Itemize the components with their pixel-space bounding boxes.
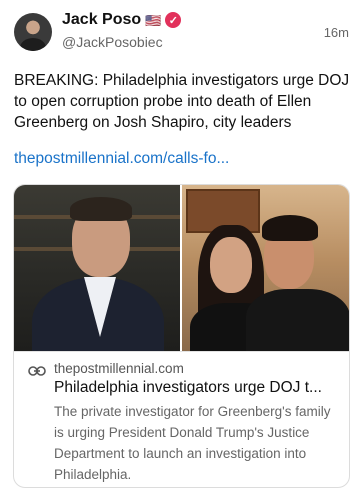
- post-timestamp[interactable]: 16m: [324, 25, 349, 40]
- author-name[interactable]: Jack Poso: [62, 11, 141, 29]
- card-divider: [14, 351, 349, 352]
- link-preview-card[interactable]: thepostmillennial.com Philadelphia inves…: [13, 184, 350, 488]
- preview-image-shapiro: [14, 185, 180, 351]
- avatar[interactable]: [14, 13, 52, 51]
- verified-badge-icon: ✓: [165, 12, 182, 28]
- link-icon: [28, 365, 46, 377]
- card-title[interactable]: Philadelphia investigators urge DOJ t...: [54, 379, 340, 397]
- author-handle[interactable]: @JackPosobiec: [62, 34, 163, 50]
- flag-emoji: 🇺🇸: [145, 12, 162, 28]
- post-link[interactable]: thepostmillennial.com/calls-fo...: [14, 150, 229, 168]
- author-name-row: Jack Poso 🇺🇸 ✓: [62, 11, 182, 29]
- card-description: The private investigator for Greenberg's…: [54, 404, 331, 482]
- card-domain: thepostmillennial.com: [54, 361, 184, 376]
- post-text: BREAKING: Philadelphia investigators urg…: [14, 72, 350, 131]
- preview-image-couple: [182, 185, 349, 351]
